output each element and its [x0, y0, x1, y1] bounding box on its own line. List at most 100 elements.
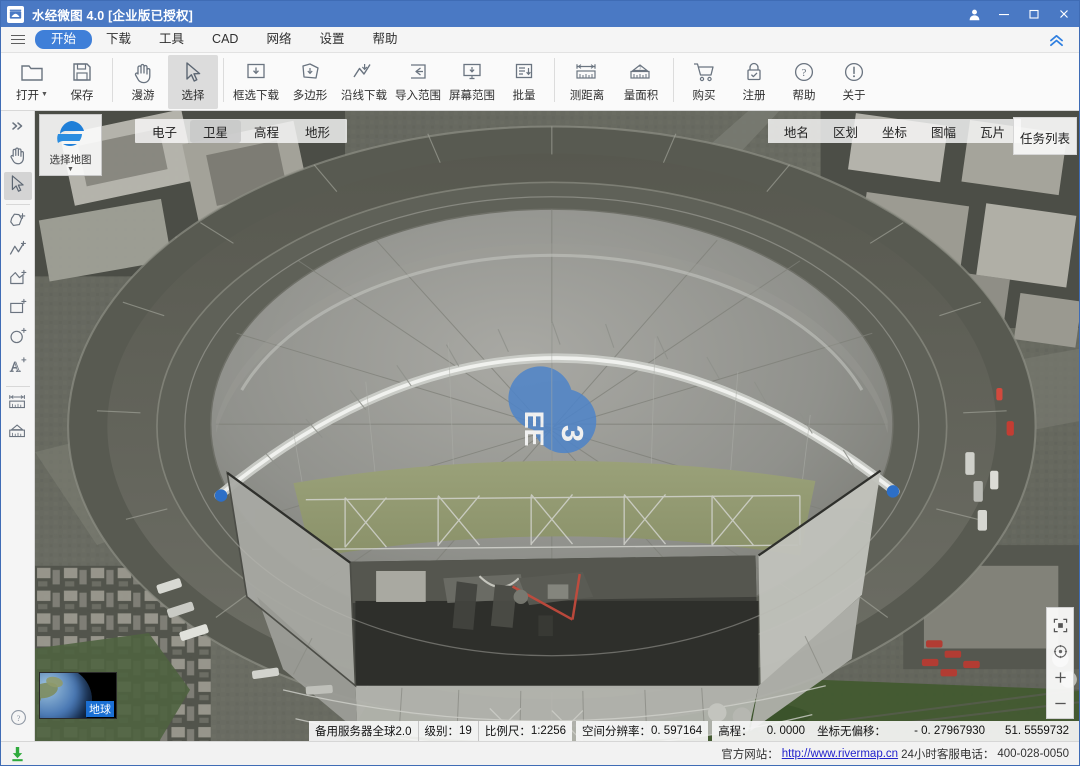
chevron-double-up-icon[interactable] [1043, 27, 1069, 53]
open-button[interactable]: 打开 ▼ [7, 55, 57, 109]
close-icon[interactable] [1049, 1, 1079, 27]
overlay-tab-mapsheet[interactable]: 图幅 [919, 120, 968, 143]
window-title: 水经微图 4.0 [企业版已授权] [32, 8, 194, 23]
sidebar-item-select[interactable] [3, 172, 32, 200]
status-resolution-label: 空间分辨率： [582, 726, 652, 738]
ribbon-group-navigate: 漫游 选择 [118, 53, 218, 111]
measure-distance-button[interactable]: 测距离 [560, 55, 614, 109]
official-website-link[interactable]: http://www.rivermap.cn [782, 748, 898, 760]
import-range-icon [406, 59, 430, 85]
overlay-tab-placename[interactable]: 地名 [772, 120, 821, 143]
import-range-button[interactable]: 导入范围 [391, 55, 445, 109]
status-scale-value: 1:2256 [530, 725, 567, 737]
left-toolbar: A ? [1, 111, 35, 741]
polygon-download-button[interactable]: 多边形 [283, 55, 337, 109]
status-latitude: 51. 5559732 [991, 721, 1079, 741]
polygon-plus-icon [8, 269, 28, 293]
sidebar-item-polygon[interactable] [4, 267, 32, 295]
overlay-tab-coordinate[interactable]: 坐标 [870, 120, 919, 143]
ribbon-group-file: 打开 ▼ 保存 [7, 53, 107, 111]
status-scale-label: 比例尺： [484, 726, 531, 738]
menu-item-download[interactable]: 下载 [92, 30, 145, 49]
about-label: 关于 [842, 90, 866, 102]
sidebar-item-help[interactable]: ? [4, 706, 32, 734]
zoom-out-icon[interactable] [1048, 690, 1072, 716]
menu-item-tools[interactable]: 工具 [145, 30, 198, 49]
sidebar-item-collapse-arrows[interactable] [4, 114, 32, 142]
fit-extent-icon[interactable] [1048, 612, 1072, 638]
svg-text:3: 3 [555, 425, 590, 442]
globe-thumbnail[interactable]: 地球 [39, 672, 117, 719]
maximize-icon[interactable] [1019, 1, 1049, 27]
hamburger-menu-icon[interactable] [1, 27, 35, 53]
pan-button[interactable]: 漫游 [118, 55, 168, 109]
layer-tab-elevation[interactable]: 高程 [241, 120, 292, 143]
purchase-button[interactable]: 购买 [679, 55, 729, 109]
footer-bar: 官方网站： http://www.rivermap.cn 24小时客服电话： 4… [1, 741, 1079, 765]
polyline-download-button[interactable]: 沿线下载 [337, 55, 391, 109]
sidebar-item-freeform[interactable] [4, 209, 32, 237]
lock-register-icon [743, 59, 765, 85]
sidebar-item-rectangle[interactable] [4, 296, 32, 324]
batch-button[interactable]: 批量 [499, 55, 549, 109]
sidebar-separator [5, 386, 30, 387]
help-button[interactable]: ? 帮助 [779, 55, 829, 109]
layer-tab-electronic[interactable]: 电子 [139, 120, 190, 143]
sidebar-item-measure-distance[interactable] [4, 391, 32, 419]
register-button[interactable]: 注册 [729, 55, 779, 109]
zoom-in-icon[interactable] [1048, 664, 1072, 690]
status-level: 级别： 19 [417, 721, 478, 741]
layer-tab-terrain[interactable]: 地形 [292, 120, 343, 143]
polyline-download-icon [351, 59, 377, 85]
info-circle-icon [843, 59, 865, 85]
measure-area-button[interactable]: ? 量面积 [614, 55, 668, 109]
status-offset: 坐标无偏移： [811, 721, 893, 741]
globe-logo-icon [51, 118, 91, 151]
polyline-download-label: 沿线下载 [341, 90, 387, 102]
save-button[interactable]: 保存 [57, 55, 107, 109]
select-button[interactable]: 选择 [168, 55, 218, 109]
layer-tab-satellite[interactable]: 卫星 [190, 119, 242, 143]
earth-globe-icon [40, 673, 92, 718]
sidebar-item-measure-area[interactable] [4, 420, 32, 448]
sidebar-item-text[interactable]: A [4, 354, 32, 382]
ribbon-group-account: 购买 注册 ? 帮助 关于 [679, 53, 879, 111]
rect-download-button[interactable]: 框选下载 [229, 55, 283, 109]
svg-text:A: A [10, 359, 21, 375]
menu-item-network[interactable]: 网络 [252, 30, 305, 49]
overlay-tab-district[interactable]: 区划 [821, 120, 870, 143]
menu-item-settings[interactable]: 设置 [305, 30, 358, 49]
minimize-icon[interactable] [989, 1, 1019, 27]
sidebar-item-circle[interactable] [4, 325, 32, 353]
status-elevation-value: 0. 0000 [766, 725, 806, 737]
polygon-download-label: 多边形 [292, 90, 328, 102]
download-arrow-icon[interactable] [7, 746, 27, 762]
footer-support-label: 24小时客服电话： [901, 748, 995, 761]
question-circle-icon: ? [9, 708, 28, 732]
overlay-tab-tile[interactable]: 瓦片 [968, 120, 1017, 143]
menu-item-help[interactable]: 帮助 [358, 30, 411, 49]
about-button[interactable]: 关于 [829, 55, 879, 109]
screen-range-button[interactable]: 屏幕范围 [445, 55, 499, 109]
status-elevation: 高程： 0. 0000 [712, 721, 812, 741]
map-viewport[interactable]: EE 3 选择地图 ▼ 电子 卫星 高程 地形 地名 区划 坐标 图幅 瓦片 任… [35, 111, 1079, 741]
ribbon-separator [112, 58, 113, 102]
title-bar: 水经微图 4.0 [企业版已授权] [1, 1, 1079, 27]
pan-hand-icon [8, 145, 27, 170]
map-select-widget[interactable]: 选择地图 ▼ [39, 114, 102, 176]
menu-item-cad[interactable]: CAD [198, 30, 252, 49]
ribbon-group-measure: 测距离 ? 量面积 [560, 53, 668, 111]
double-right-arrow-icon [10, 119, 26, 138]
folder-open-icon [20, 59, 44, 85]
menu-item-start[interactable]: 开始 [35, 30, 93, 49]
sidebar-separator [5, 204, 30, 205]
task-list-button[interactable]: 任务列表 [1012, 117, 1077, 155]
import-range-label: 导入范围 [395, 90, 441, 102]
compass-icon[interactable] [1048, 638, 1072, 664]
user-account-icon[interactable] [959, 1, 989, 27]
ribbon-toolbar: 打开 ▼ 保存 漫游 选择 框选下载 多边形 沿线下载 导入范围 屏幕范围 批量… [1, 53, 1079, 111]
polygon-download-icon [298, 59, 322, 85]
sidebar-item-polyline[interactable] [4, 238, 32, 266]
sidebar-item-pan[interactable] [4, 143, 32, 171]
footer-site-label: 官方网站： [721, 748, 779, 761]
